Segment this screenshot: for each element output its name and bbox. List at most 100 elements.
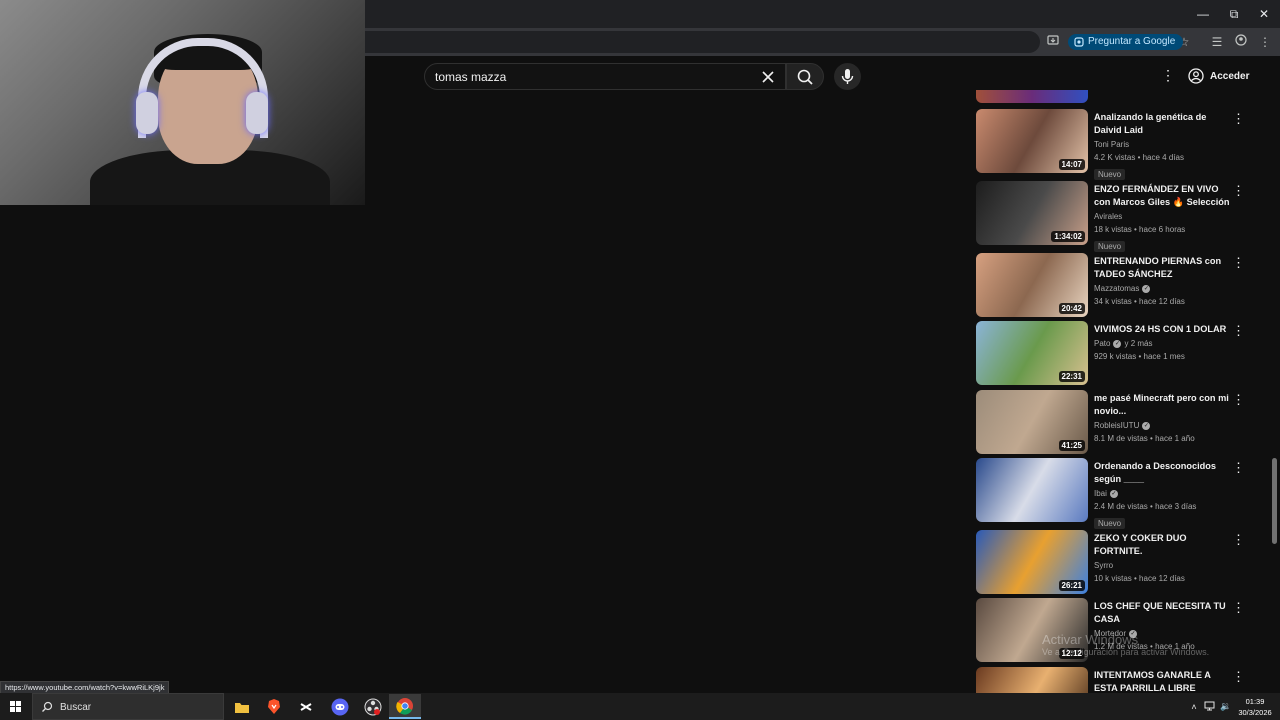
- scrollbar-thumb[interactable]: [1272, 458, 1277, 544]
- video-thumbnail[interactable]: 20:42: [976, 253, 1088, 317]
- video-views: 10 k vistas: [1094, 574, 1132, 583]
- clock-date: 30/3/2026: [1238, 708, 1272, 717]
- file-explorer-icon[interactable]: [226, 694, 258, 719]
- video-thumbnail[interactable]: 14:07: [976, 109, 1088, 173]
- video-age: hace 3 días: [1155, 502, 1197, 511]
- video-item[interactable]: 1:34:02 ENZO FERNÁNDEZ EN VIVO con Marcos…: [976, 181, 1266, 252]
- video-views: 929 k vistas: [1094, 352, 1137, 361]
- video-menu-icon[interactable]: ⋮: [1232, 183, 1245, 199]
- minimize-icon[interactable]: —: [1188, 4, 1218, 24]
- video-thumbnail[interactable]: [976, 458, 1088, 522]
- verified-icon: ✓: [1142, 285, 1151, 293]
- video-menu-icon[interactable]: ⋮: [1232, 111, 1245, 127]
- video-views: 8.1 M de vistas: [1094, 434, 1148, 443]
- video-item[interactable]: 41:25 me pasé Minecraft pero con mi novio…: [976, 390, 1266, 454]
- video-channel-extra[interactable]: y 2 más: [1124, 338, 1152, 350]
- video-channel-row: Pato ✓ y 2 más: [1094, 338, 1232, 350]
- volume-icon[interactable]: 🔉: [1218, 701, 1234, 712]
- video-title[interactable]: ENZO FERNÁNDEZ EN VIVO con Marcos Giles …: [1094, 183, 1232, 209]
- video-title[interactable]: me pasé Minecraft pero con mi novio...: [1094, 392, 1232, 418]
- ask-google-label: Preguntar a Google: [1088, 36, 1176, 47]
- video-menu-icon[interactable]: ⋮: [1232, 255, 1245, 271]
- video-title[interactable]: Analizando la genética de Daivid Laid: [1094, 111, 1232, 137]
- chrome-icon[interactable]: [389, 694, 421, 719]
- new-badge: Nuevo: [1094, 169, 1126, 180]
- video-item[interactable]: INTENTAMOS GANARLE A ESTA PARRILLA LIBRE…: [976, 667, 1266, 693]
- network-icon[interactable]: [1200, 701, 1218, 713]
- video-title[interactable]: ZEKO Y COKER DUO FORTNITE.: [1094, 532, 1232, 558]
- video-info: Analizando la genética de Daivid Laid Ton…: [1094, 111, 1232, 182]
- restore-icon[interactable]: ⧉: [1219, 4, 1249, 24]
- video-thumbnail[interactable]: 41:25: [976, 390, 1088, 454]
- video-duration: 20:42: [1058, 303, 1085, 314]
- video-channel-row: Syrro: [1094, 560, 1232, 572]
- video-channel[interactable]: Pato: [1094, 338, 1110, 350]
- video-menu-icon[interactable]: ⋮: [1232, 600, 1245, 616]
- video-channel[interactable]: Toni Paris: [1094, 139, 1129, 151]
- video-item[interactable]: 26:21 ZEKO Y COKER DUO FORTNITE. Syrro 10 k…: [976, 530, 1266, 594]
- google-lens-icon: [1074, 37, 1084, 47]
- video-thumbnail[interactable]: [976, 667, 1088, 693]
- video-thumbnail[interactable]: 1:34:02: [976, 181, 1088, 245]
- video-info: Ordenando a Desconocidos según ____ Ibai ✓…: [1094, 460, 1232, 531]
- discord-icon[interactable]: [324, 694, 356, 719]
- search-query: tomas mazza: [435, 70, 507, 84]
- video-channel[interactable]: Ibai: [1094, 488, 1107, 500]
- clear-search-icon[interactable]: [759, 68, 777, 86]
- signin-button[interactable]: Acceder: [1188, 64, 1249, 88]
- voice-search-button[interactable]: [834, 63, 861, 90]
- video-info: VIVIMOS 24 HS CON 1 DOLAR Pato ✓ y 2 más 929…: [1094, 323, 1232, 363]
- video-menu-icon[interactable]: ⋮: [1232, 392, 1245, 408]
- video-views: 34 k vistas: [1094, 297, 1132, 306]
- browser-menu-icon[interactable]: ⋮: [1256, 33, 1274, 51]
- video-channel[interactable]: Mazzatomas: [1094, 283, 1139, 295]
- video-thumbnail[interactable]: 22:31: [976, 321, 1088, 385]
- new-badge: Nuevo: [1094, 241, 1126, 252]
- taskbar-search[interactable]: Buscar: [32, 693, 224, 720]
- video-item[interactable]: 22:31 VIVIMOS 24 HS CON 1 DOLAR Pato ✓ y 2 m…: [976, 321, 1266, 385]
- video-thumbnail[interactable]: 26:21: [976, 530, 1088, 594]
- video-menu-icon[interactable]: ⋮: [1232, 460, 1245, 476]
- search-input[interactable]: tomas mazza: [424, 63, 786, 90]
- video-item[interactable]: Ordenando a Desconocidos según ____ Ibai ✓…: [976, 458, 1266, 529]
- settings-more-icon[interactable]: ⋮: [1160, 67, 1176, 87]
- video-views: 2.4 M de vistas: [1094, 502, 1148, 511]
- video-item[interactable]: 14:07 Analizando la genética de Daivid La…: [976, 109, 1266, 180]
- video-title[interactable]: INTENTAMOS GANARLE A ESTA PARRILLA LIBRE: [1094, 669, 1232, 693]
- watermark-line-1: Activar Windows: [1042, 632, 1139, 647]
- show-hidden-icons-icon[interactable]: ˄: [1188, 702, 1200, 712]
- video-channel[interactable]: Avirales: [1094, 211, 1122, 223]
- meta-separator: •: [1136, 352, 1144, 361]
- capcut-icon[interactable]: [290, 694, 322, 719]
- ask-google-button[interactable]: Preguntar a Google: [1068, 34, 1184, 50]
- scrollbar[interactable]: [1271, 96, 1277, 688]
- video-age: hace 6 horas: [1139, 225, 1186, 234]
- video-age: hace 1 mes: [1143, 352, 1185, 361]
- video-channel[interactable]: RobleisIUTU: [1094, 420, 1139, 432]
- system-tray: ˄ 🔉: [1188, 693, 1234, 720]
- video-title[interactable]: ENTRENANDO PIERNAS con TADEO SÁNCHEZ: [1094, 255, 1232, 281]
- verified-icon: ✓: [1142, 422, 1151, 430]
- install-app-icon[interactable]: [1044, 33, 1062, 51]
- taskbar-clock[interactable]: 01:39 30/3/2026: [1234, 696, 1276, 718]
- video-item[interactable]: 20:42 ENTRENANDO PIERNAS con TADEO SÁNCHE…: [976, 253, 1266, 317]
- search-button[interactable]: [786, 63, 824, 90]
- video-channel[interactable]: Syrro: [1094, 560, 1113, 572]
- start-button[interactable]: [0, 693, 32, 720]
- media-controls-icon[interactable]: ☰: [1208, 33, 1226, 51]
- video-menu-icon[interactable]: ⋮: [1232, 532, 1245, 548]
- video-age: hace 1 año: [1155, 434, 1195, 443]
- partial-video-thumbnail[interactable]: [976, 90, 1088, 103]
- close-icon[interactable]: ✕: [1249, 4, 1279, 24]
- brave-browser-icon[interactable]: [258, 694, 290, 719]
- obs-studio-icon[interactable]: [357, 694, 389, 719]
- video-title[interactable]: LOS CHEF QUE NECESITA TU CASA: [1094, 600, 1232, 626]
- video-menu-icon[interactable]: ⋮: [1232, 669, 1245, 685]
- video-title[interactable]: VIVIMOS 24 HS CON 1 DOLAR: [1094, 323, 1232, 336]
- microphone-icon: [841, 69, 854, 84]
- video-duration: 22:31: [1058, 371, 1085, 382]
- video-title[interactable]: Ordenando a Desconocidos según ____: [1094, 460, 1232, 486]
- video-menu-icon[interactable]: ⋮: [1232, 323, 1245, 339]
- profile-icon[interactable]: [1232, 33, 1250, 51]
- video-meta: 8.1 M de vistas • hace 1 año: [1094, 432, 1232, 445]
